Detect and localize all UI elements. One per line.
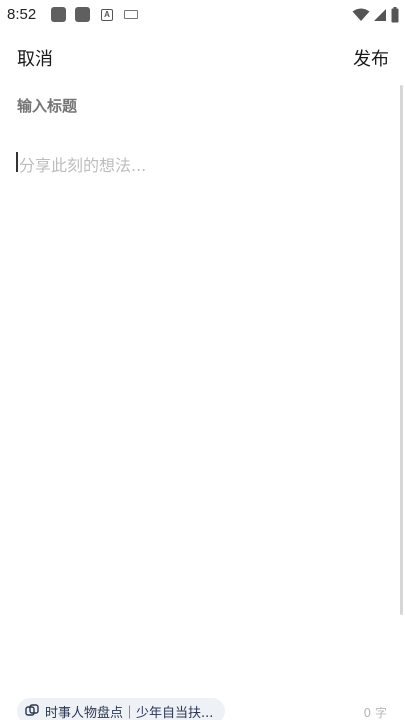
battery-icon xyxy=(391,7,399,23)
keyboard-icon xyxy=(124,10,138,19)
signal-icon xyxy=(374,9,386,21)
content-placeholder: 分享此刻的想法... xyxy=(19,156,147,175)
text-caret xyxy=(16,152,18,172)
title-input[interactable] xyxy=(17,94,377,118)
scroll-indicator[interactable] xyxy=(400,85,403,615)
wifi-icon xyxy=(352,8,370,21)
status-right-icons xyxy=(352,7,399,23)
topic-link-icon xyxy=(25,704,39,716)
status-bar: 8:52 A xyxy=(0,0,405,32)
word-count: 0 字 xyxy=(363,706,387,720)
status-time: 8:52 xyxy=(7,6,37,23)
editor-header: 取消 发布 xyxy=(0,42,405,72)
notification-box-icon xyxy=(51,7,66,22)
publish-button[interactable]: 发布 xyxy=(353,45,389,71)
notification-box-icon xyxy=(75,7,90,22)
content-input[interactable]: 分享此刻的想法... xyxy=(16,150,381,670)
cancel-button[interactable]: 取消 xyxy=(17,45,53,71)
topic-chip-label: 时事人物盘点｜少年自当扶... xyxy=(45,705,214,720)
font-a-icon: A xyxy=(101,9,113,21)
topic-chip[interactable]: 时事人物盘点｜少年自当扶... xyxy=(17,698,225,720)
editor-footer: 时事人物盘点｜少年自当扶... 0 字 xyxy=(0,698,405,720)
